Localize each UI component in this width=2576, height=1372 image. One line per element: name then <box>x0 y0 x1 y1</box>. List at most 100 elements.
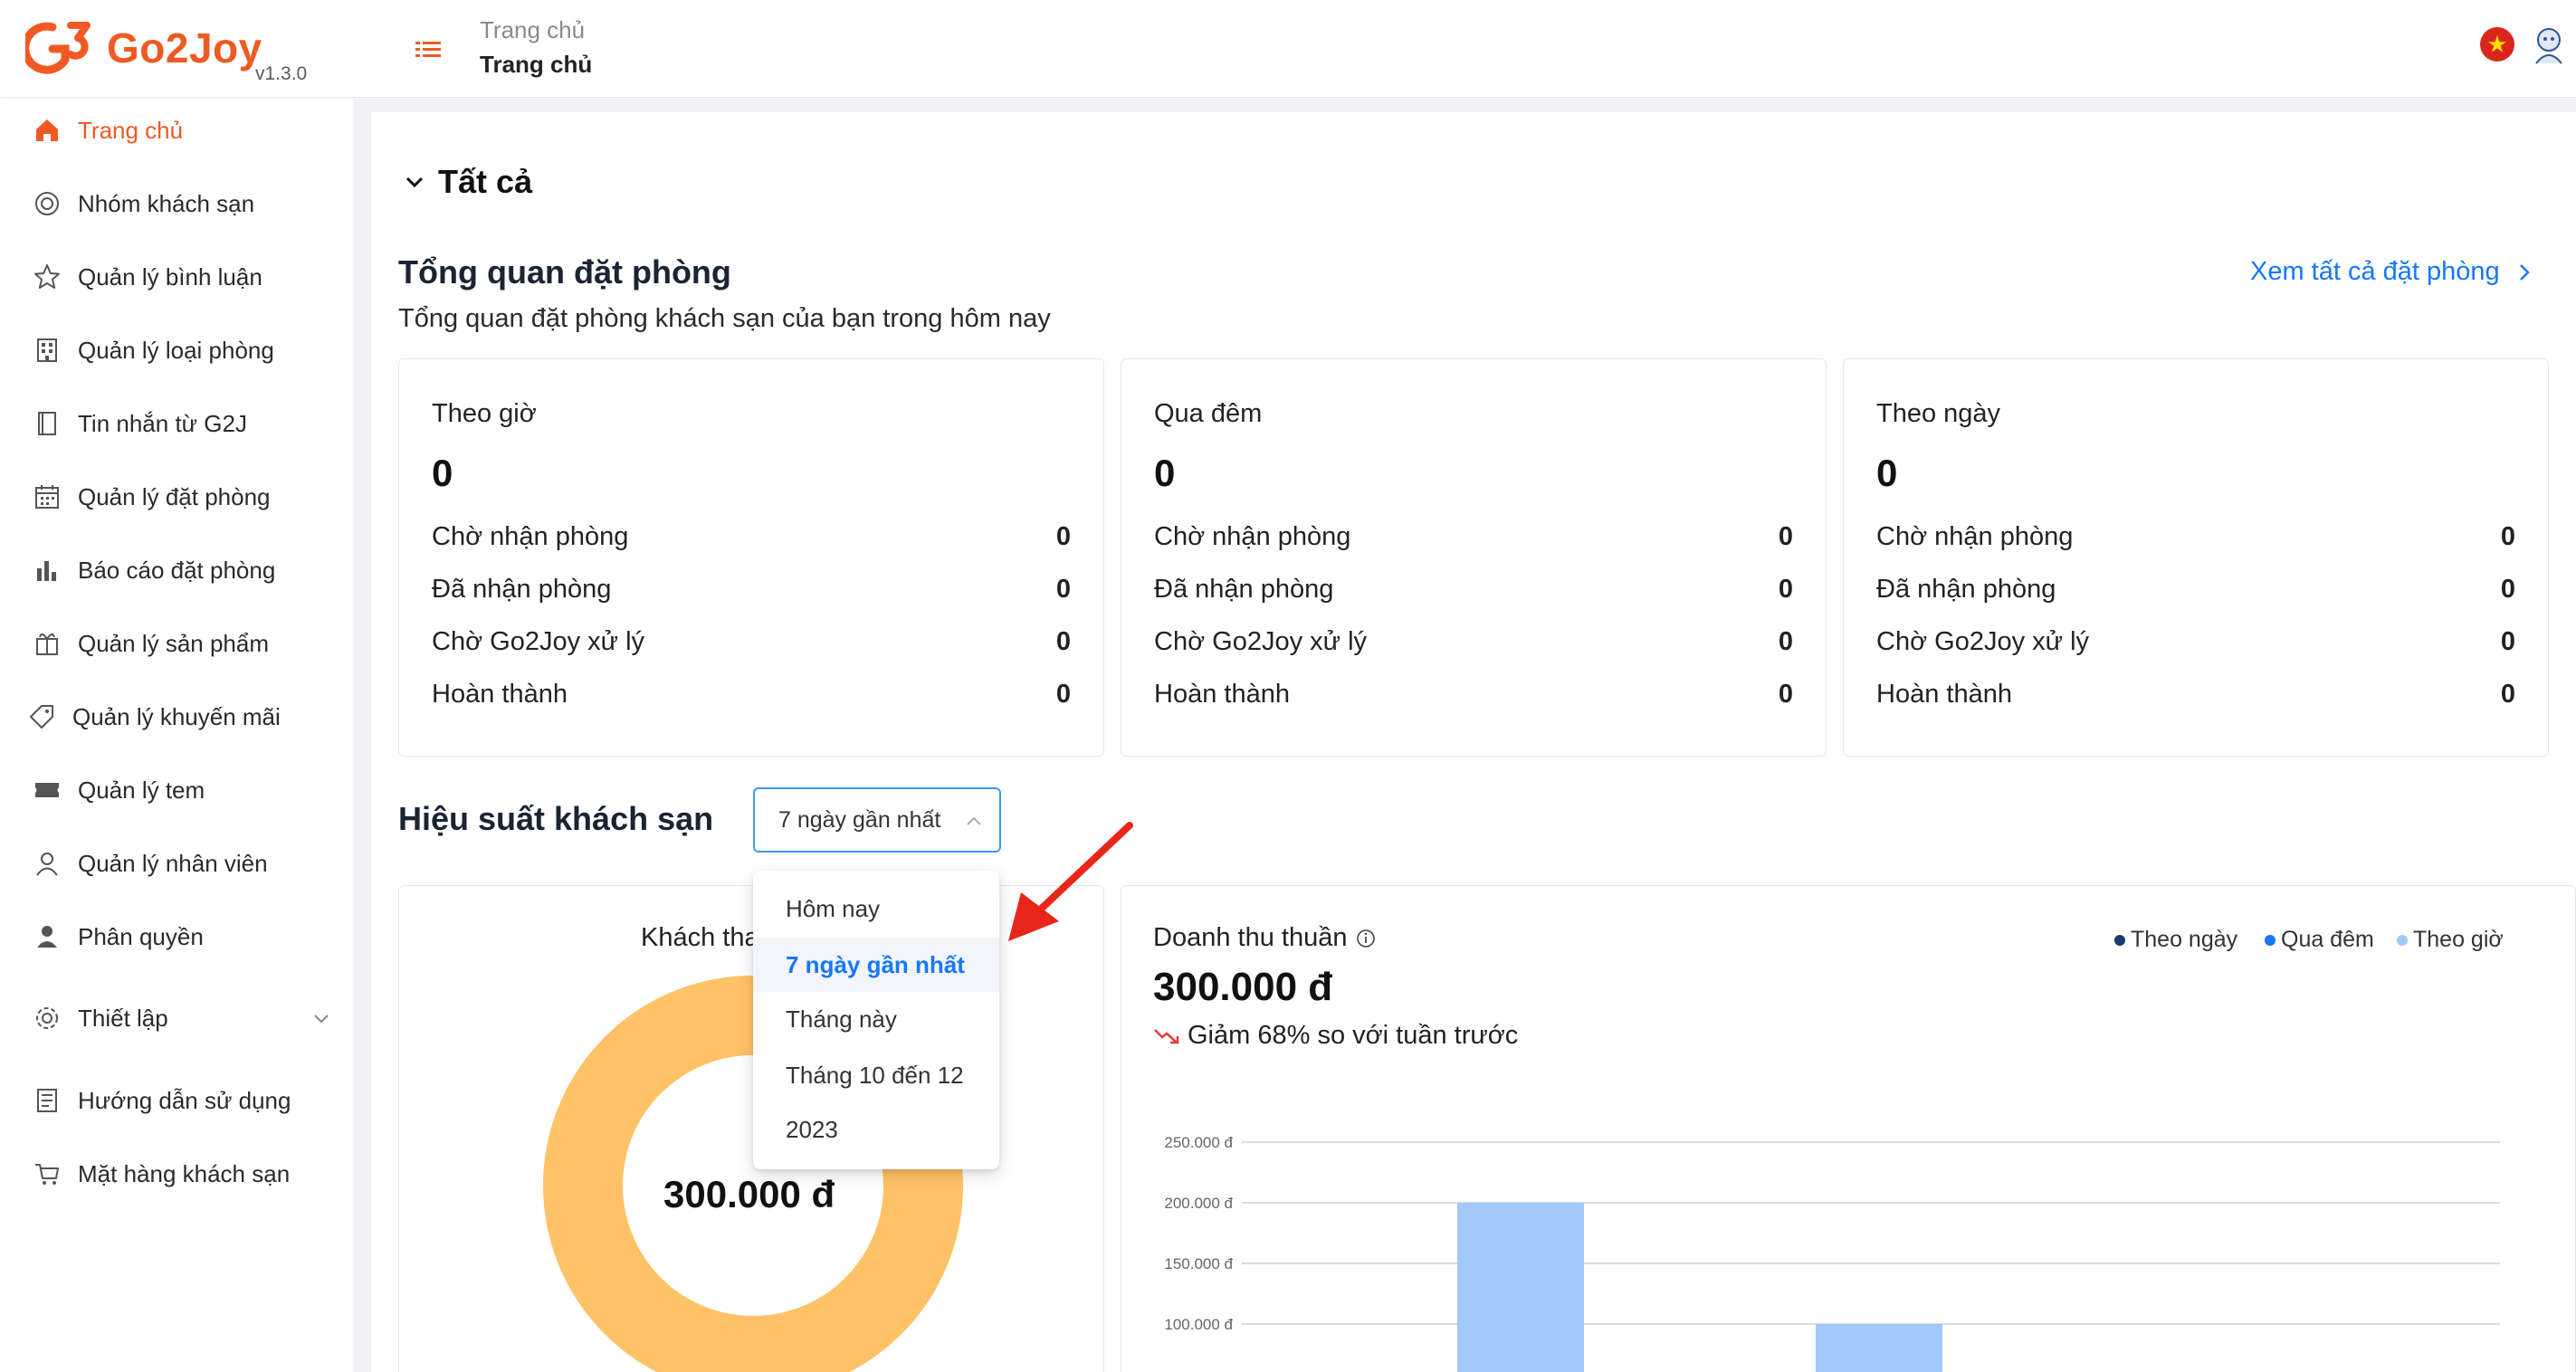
card-row: Hoàn thành 0 <box>1876 680 2515 716</box>
card-title: Theo giờ <box>432 399 537 428</box>
period-select[interactable]: 7 ngày gần nhất <box>753 787 1001 853</box>
row-value: 0 <box>1055 575 1071 604</box>
gear-icon <box>36 1007 58 1029</box>
sidebar-item-hotel-goods[interactable]: Mặt hàng khách sạn <box>33 1153 331 1195</box>
breadcrumb-parent[interactable]: Trang chủ <box>480 16 585 44</box>
vietnam-flag-icon[interactable] <box>2480 27 2514 62</box>
card-row: Đã nhận phòng 0 <box>432 575 1071 611</box>
sidebar-item-user-guide[interactable]: Hướng dẫn sử dụng <box>33 1080 331 1121</box>
brand-name[interactable]: Go2Joy <box>107 24 262 72</box>
legend-label: Qua đêm <box>2281 927 2374 952</box>
row-label: Đã nhận phòng <box>1154 575 1334 604</box>
y-tick-label: 150.000 đ <box>1164 1255 1233 1272</box>
row-value: 0 <box>1055 522 1071 551</box>
sidebar-item-messages[interactable]: Tin nhắn từ G2J <box>33 403 331 444</box>
revenue-change-text: Giảm 68% so với tuần trước <box>1188 1021 1519 1050</box>
card-row: Chờ Go2Joy xử lý 0 <box>1876 627 2515 663</box>
guide-icon <box>37 1089 57 1112</box>
row-label: Chờ Go2Joy xử lý <box>432 627 645 656</box>
sidebar-item-staff[interactable]: Quản lý nhân viên <box>33 843 331 884</box>
sidebar-item-settings[interactable]: Thiết lập <box>33 997 331 1039</box>
menu-toggle-icon[interactable] <box>413 34 444 65</box>
go2joy-logo[interactable] <box>25 18 94 80</box>
sidebar-item-label: Tin nhắn từ G2J <box>78 409 247 437</box>
chevron-down-icon[interactable] <box>311 1008 331 1028</box>
revenue-title: Doanh thu thuần <box>1153 923 1348 952</box>
legend-item-hourly[interactable]: Theo giờ <box>2397 927 2504 953</box>
stamp-icon <box>35 783 59 797</box>
period-option-today[interactable]: Hôm nay <box>753 881 999 936</box>
sidebar-item-products[interactable]: Quản lý sản phẩm <box>33 623 331 664</box>
sidebar-item-promotions[interactable]: Quản lý khuyến mãi <box>27 696 326 738</box>
user-avatar-icon[interactable] <box>2531 25 2567 65</box>
revenue-bar-chart: 250.000 đ 200.000 đ 150.000 đ 100.000 đ <box>1164 1134 2500 1372</box>
building-icon <box>37 338 57 362</box>
row-value: 0 <box>1055 627 1071 656</box>
overview-title: Tổng quan đặt phòng <box>398 253 731 291</box>
tag-icon <box>30 705 53 729</box>
booking-card-overnight: Qua đêm 0 Chờ nhận phòng 0 Đã nhận phòng 0… <box>1121 358 1827 757</box>
gift-box-icon <box>36 634 58 655</box>
legend-dot <box>2265 934 2275 946</box>
row-label: Hoàn thành <box>1876 680 2012 709</box>
sidebar-item-label: Phân quyền <box>78 922 204 950</box>
row-label: Đã nhận phòng <box>432 575 612 604</box>
card-row: Chờ Go2Joy xử lý 0 <box>1154 627 1793 663</box>
performance-title: Hiệu suất khách sạn <box>398 800 714 837</box>
top-header: Go2Joy v1.3.0 Trang chủ Trang chủ <box>0 0 2576 98</box>
row-label: Đã nhận phòng <box>1876 575 2056 604</box>
card-total: 0 <box>1876 452 1898 494</box>
legend-item-overnight[interactable]: Qua đêm <box>2265 927 2374 953</box>
cart-icon <box>35 1164 59 1185</box>
section-all-label: Tất cả <box>438 163 533 200</box>
sidebar-item-room-types[interactable]: Quản lý loại phòng <box>33 329 331 371</box>
row-label: Chờ nhận phòng <box>432 522 629 551</box>
row-label: Hoàn thành <box>1154 680 1290 709</box>
sidebar-item-label: Quản lý bình luận <box>78 262 262 291</box>
y-tick-label: 200.000 đ <box>1164 1195 1233 1212</box>
calendar-icon <box>35 485 59 509</box>
bar-theo-gio <box>1816 1324 1942 1372</box>
period-option-2023[interactable]: 2023 <box>753 1102 999 1157</box>
period-select-value: 7 ngày gần nhất <box>778 807 941 833</box>
row-value: 0 <box>2500 522 2515 551</box>
info-icon[interactable] <box>1356 929 1376 948</box>
sidebar-item-permissions[interactable]: Phân quyền <box>33 916 331 958</box>
period-option-oct-to-dec[interactable]: Tháng 10 đến 12 <box>753 1048 999 1102</box>
row-value: 0 <box>1778 627 1793 656</box>
period-option-last-7-days[interactable]: 7 ngày gần nhất <box>753 938 999 992</box>
trend-down-icon <box>1154 1028 1179 1043</box>
donut-center-value: 300.000 đ <box>663 1173 835 1215</box>
booking-card-daily: Theo ngày 0 Chờ nhận phòng 0 Đã nhận phòn… <box>1843 358 2549 757</box>
sidebar-item-reviews[interactable]: Quản lý bình luận <box>33 256 331 298</box>
sidebar-item-bookings[interactable]: Quản lý đặt phòng <box>33 476 331 518</box>
view-all-bookings-link[interactable]: Xem tất cả đặt phòng <box>2250 257 2534 287</box>
legend-dot <box>2397 934 2408 946</box>
revenue-change: Giảm 68% so với tuần trước <box>1153 1021 1518 1051</box>
bar-chart-icon <box>37 561 56 581</box>
sidebar-item-label: Thiết lập <box>78 1004 168 1032</box>
sidebar-item-home[interactable]: Trang chủ <box>33 110 331 151</box>
row-value: 0 <box>2500 627 2515 656</box>
sidebar-item-label: Báo cáo đặt phòng <box>78 556 276 584</box>
sidebar-item-booking-reports[interactable]: Báo cáo đặt phòng <box>33 549 331 591</box>
card-title: Qua đêm <box>1154 399 1263 428</box>
y-tick-label: 100.000 đ <box>1164 1316 1233 1333</box>
sidebar-item-label: Quản lý sản phẩm <box>78 629 270 657</box>
card-row: Chờ nhận phòng 0 <box>432 522 1071 558</box>
revenue-value: 300.000 đ <box>1153 965 1333 1009</box>
period-option-this-month[interactable]: Tháng này <box>753 992 999 1046</box>
legend-dot <box>2114 934 2125 946</box>
annotation-arrow <box>1008 822 1133 941</box>
page-title: Trang chủ <box>480 51 593 78</box>
section-all-toggle[interactable]: Tất cả <box>402 163 532 201</box>
sidebar-item-stamps[interactable]: Quản lý tem <box>33 769 331 811</box>
card-total: 0 <box>1154 452 1176 494</box>
chevron-right-icon <box>2519 263 2530 281</box>
card-total: 0 <box>432 452 453 494</box>
sidebar-item-hotel-group[interactable]: Nhóm khách sạn <box>33 183 331 224</box>
chevron-up-icon <box>967 816 981 825</box>
sidebar-item-label: Quản lý tem <box>78 776 205 804</box>
row-value: 0 <box>1778 680 1793 709</box>
legend-item-daily[interactable]: Theo ngày <box>2114 927 2237 953</box>
